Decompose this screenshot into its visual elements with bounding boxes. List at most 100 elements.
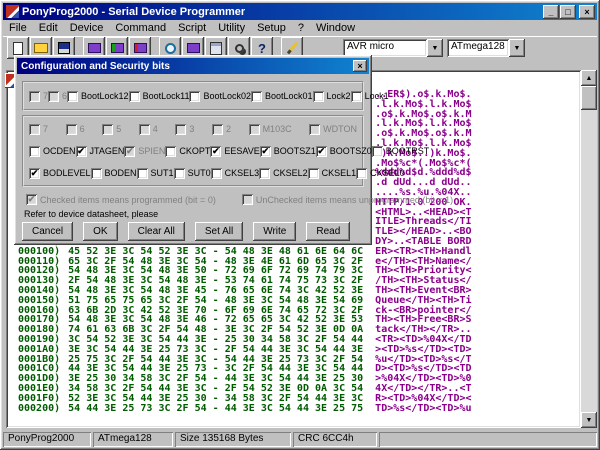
checkbox-bootlock11[interactable]: BootLock11 — [129, 91, 190, 102]
checkbox-label: SUT1 — [151, 168, 174, 178]
checkbox-cksel0[interactable]: CKSEL0 — [356, 168, 405, 179]
checkbox-box — [189, 91, 200, 102]
close-button[interactable]: × — [579, 5, 595, 19]
minimize-button[interactable]: _ — [543, 5, 559, 19]
titlebar[interactable]: PonyProg2000 - Serial Device Programmer … — [3, 3, 597, 20]
checkbox-label: 3 — [189, 124, 194, 134]
help-icon: ? — [258, 42, 266, 55]
checkbox-box — [137, 168, 148, 179]
checkbox-bodlevel[interactable]: ✔BODLEVEL — [29, 168, 91, 179]
hex-address: 000200) — [18, 403, 60, 414]
fuse-row: OCDEN✔JTAGEN✔SPIENCKOPT✔EESAVE✔BOOTSZ1✔B… — [24, 140, 362, 162]
checkbox-box — [91, 168, 102, 179]
read-button[interactable]: Read — [306, 222, 350, 241]
app-icon[interactable] — [6, 5, 19, 18]
verify-device-icon — [187, 43, 200, 53]
menu-device[interactable]: Device — [64, 22, 110, 34]
checkbox-boden[interactable]: BODEN — [91, 168, 137, 179]
checkbox-sut1[interactable]: SUT1 — [137, 168, 174, 179]
cancel-button[interactable]: Cancel — [22, 222, 73, 241]
checkbox-box — [139, 124, 150, 135]
dialog-titlebar[interactable]: Configuration and Security bits × — [17, 58, 369, 74]
checkbox-label: 2 — [226, 124, 231, 134]
unchecked-note-label: UnChecked items means unprogrammed (bit … — [256, 195, 453, 205]
checkbox-label: CKSEL0 — [370, 168, 405, 178]
write-button[interactable]: Write — [253, 222, 296, 241]
checkbox-box — [48, 91, 59, 102]
checkbox-bootlock12[interactable]: BootLock12 — [67, 91, 129, 102]
maximize-button[interactable]: □ — [560, 5, 576, 19]
checkbox-box — [29, 91, 40, 102]
vertical-scrollbar[interactable]: ▲ ▼ — [581, 70, 597, 428]
checkbox-jtagen[interactable]: ✔JTAGEN — [76, 146, 125, 157]
menu-edit[interactable]: Edit — [33, 22, 64, 34]
scroll-up-button[interactable]: ▲ — [581, 70, 597, 86]
checkbox-label: SUT0 — [188, 168, 211, 178]
ok-button[interactable]: OK — [83, 222, 117, 241]
dialog-notes: ✔ Checked items means programmed (bit = … — [26, 194, 368, 205]
checkbox-label: WDTON — [323, 124, 357, 134]
hex-row: 000200) 54 44 3E 25 73 3C 2F 54 - 44 3E 3… — [18, 404, 472, 414]
checkbox-ckopt[interactable]: CKOPT — [165, 146, 210, 157]
maximize-icon: □ — [565, 8, 570, 16]
checkbox-lock1[interactable]: Lock1 — [351, 91, 389, 102]
menu-command[interactable]: Command — [109, 22, 172, 34]
lock-bits-row: 76BootLock12BootLock11BootLock02BootLock… — [24, 83, 362, 109]
checkbox-3: 3 — [175, 124, 194, 135]
checkbox-bootsz1[interactable]: ✔BOOTSZ1 — [260, 146, 316, 157]
device-family-dropdown-button[interactable]: ▼ — [427, 39, 443, 57]
checkbox-cksel1[interactable]: CKSEL1 — [308, 168, 357, 179]
checkbox-box — [356, 168, 367, 179]
checkbox-label: BootLock11 — [143, 91, 190, 101]
checkbox-box: ✔ — [210, 146, 221, 157]
checked-note: ✔ Checked items means programmed (bit = … — [26, 194, 216, 205]
window-title: PonyProg2000 - Serial Device Programmer — [22, 6, 542, 18]
checkbox-label: BootLock12 — [81, 91, 129, 101]
checkbox-box: ✔ — [29, 168, 40, 179]
checkbox-box — [29, 124, 40, 135]
checkbox-box — [313, 91, 324, 102]
dialog-close-button[interactable]: × — [353, 60, 367, 72]
menu-script[interactable]: Script — [172, 22, 212, 34]
refer-note: Refer to device datasheet, please — [24, 209, 158, 219]
device-model-value[interactable]: ATmega128 — [447, 39, 509, 57]
status-panel: ATmega128 — [93, 432, 173, 447]
clear-all-button[interactable]: Clear All — [128, 222, 185, 241]
checkbox-box — [372, 146, 383, 157]
checkbox-box — [67, 91, 78, 102]
checkbox-cksel3[interactable]: CKSEL3 — [211, 168, 260, 179]
hex-bytes: 54 44 3E 25 73 3C 2F 54 - 44 3E 3C 54 44… — [68, 403, 363, 414]
app-window: PonyProg2000 - Serial Device Programmer … — [0, 0, 600, 450]
checkbox-bootsz0[interactable]: ✔BOOTSZ0 — [316, 146, 372, 157]
menu-file[interactable]: File — [3, 22, 33, 34]
menu-window[interactable]: Window — [310, 22, 361, 34]
device-model-dropdown-button[interactable]: ▼ — [509, 39, 525, 57]
scroll-down-button[interactable]: ▼ — [581, 412, 597, 428]
checkbox-box — [66, 124, 77, 135]
checkbox-label: Lock1 — [365, 91, 389, 101]
lock-bits-frame: 76BootLock12BootLock11BootLock02BootLock… — [22, 81, 364, 111]
checkbox-box: ✔ — [76, 146, 87, 157]
menu-help[interactable]: ? — [292, 22, 310, 34]
set-all-button[interactable]: Set All — [195, 222, 243, 241]
checkbox-eesave[interactable]: ✔EESAVE — [210, 146, 259, 157]
scrollbar-thumb[interactable] — [581, 86, 597, 110]
device-model-combobox[interactable]: ATmega128 ▼ — [447, 39, 525, 57]
checkbox-cksel2[interactable]: CKSEL2 — [259, 168, 308, 179]
dialog-buttons: Cancel OK Clear All Set All Write Read — [22, 222, 350, 241]
checkbox-lock2[interactable]: Lock2 — [313, 91, 351, 102]
checkbox-box — [308, 168, 319, 179]
menu-utility[interactable]: Utility — [212, 22, 251, 34]
checkbox-box — [249, 124, 260, 135]
menu-setup[interactable]: Setup — [251, 22, 292, 34]
checkbox-bootrst[interactable]: BOOTRST — [372, 146, 430, 157]
chevron-down-icon: ▼ — [432, 45, 439, 52]
checkbox-sut0[interactable]: SUT0 — [174, 168, 211, 179]
close-icon: × — [584, 8, 589, 16]
checkbox-bootlock02[interactable]: BootLock02 — [189, 91, 251, 102]
script-icon — [286, 42, 297, 55]
checkbox-label: OCDEN — [43, 146, 76, 156]
checkbox-bootlock01[interactable]: BootLock01 — [251, 91, 313, 102]
checkbox-box — [259, 168, 270, 179]
checkbox-ocden[interactable]: OCDEN — [29, 146, 76, 157]
